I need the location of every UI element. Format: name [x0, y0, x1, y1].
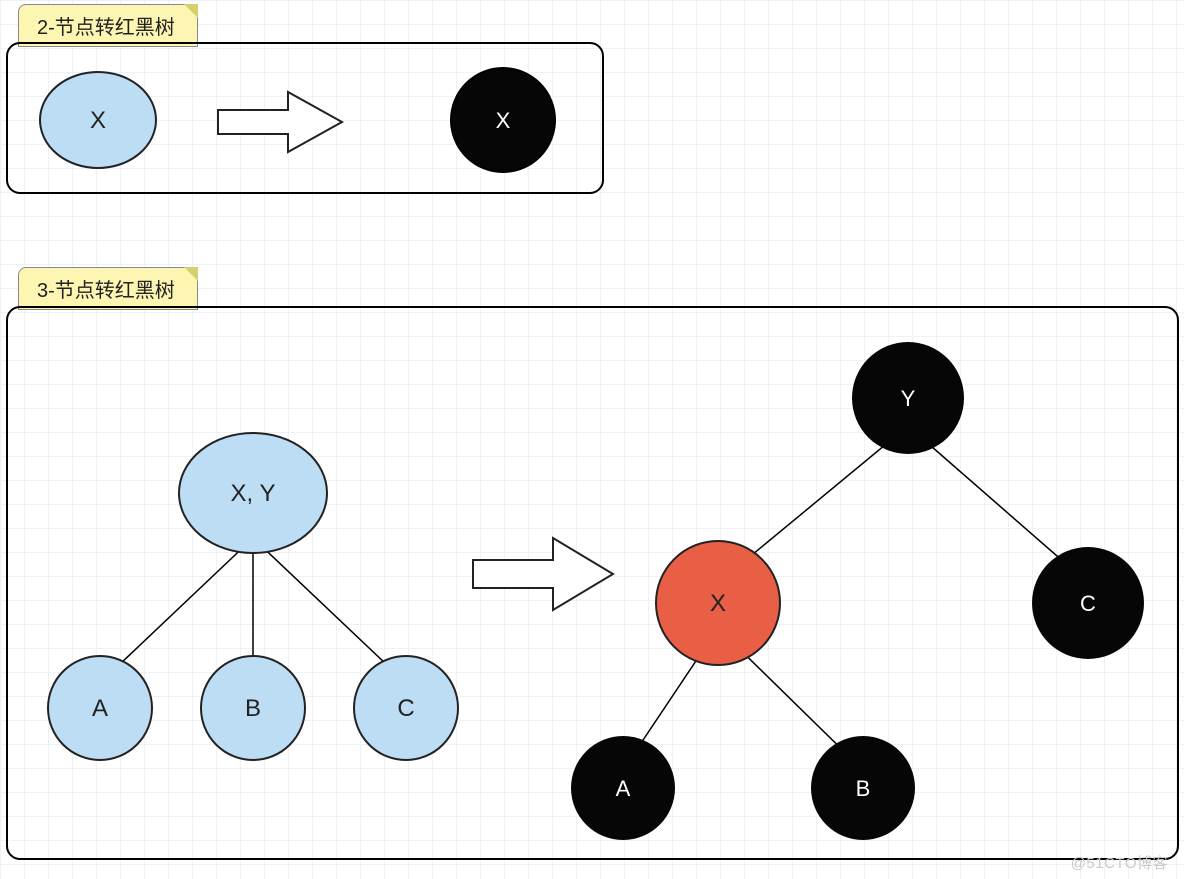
before-node-2-label: X: [90, 107, 106, 134]
panel-3-svg: X, Y A B C Y X C A B: [8, 308, 1177, 858]
node-x-red-label: X: [710, 590, 726, 617]
panel-3-tag: 3-节点转红黑树: [18, 267, 198, 310]
panel-2-svg: X X: [8, 44, 602, 192]
node-b-left-label: B: [245, 695, 261, 722]
panel-2-tag-label: 2-节点转红黑树: [37, 17, 175, 39]
node-b-right-label: B: [856, 776, 871, 801]
node-c-left-label: C: [397, 695, 414, 722]
node-y-label: Y: [901, 386, 916, 411]
node-a-right-label: A: [616, 776, 631, 801]
panel-2-tag: 2-节点转红黑树: [18, 4, 198, 47]
node-a-left-label: A: [92, 695, 108, 722]
arrow-icon: [218, 92, 342, 152]
panel-2-box: X X: [6, 42, 604, 194]
watermark: @51CTO博客: [1071, 852, 1168, 873]
panel-3-tag-label: 3-节点转红黑树: [37, 280, 175, 302]
after-node-2-label: X: [496, 108, 511, 133]
node-xy-label: X, Y: [231, 480, 276, 507]
arrow-icon: [473, 538, 613, 610]
node-c-right-label: C: [1080, 591, 1096, 616]
panel-3-box: X, Y A B C Y X C A B: [6, 306, 1179, 860]
